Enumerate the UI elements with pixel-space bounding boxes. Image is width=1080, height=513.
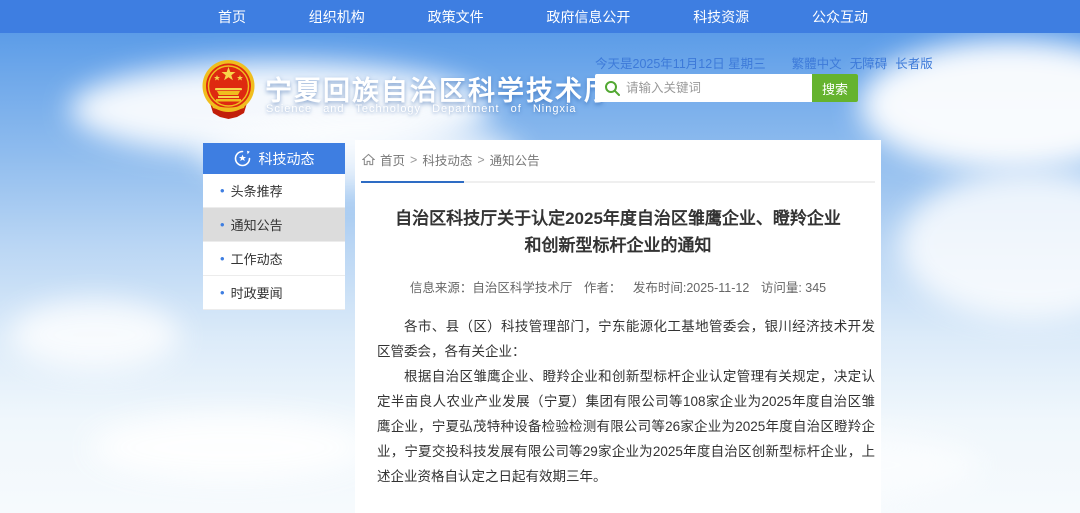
- sidebar-menu: • 头条推荐 • 通知公告 • 工作动态 • 时政要闻: [203, 174, 345, 310]
- cloud: [10, 300, 180, 370]
- nav-item-resources[interactable]: 科技资源: [693, 7, 749, 27]
- sidebar-item-label: 通知公告: [231, 215, 283, 234]
- home-icon: [362, 153, 375, 166]
- breadcrumb-category[interactable]: 科技动态: [422, 150, 472, 169]
- article-publish-date: 发布时间:2025-11-12: [633, 281, 750, 295]
- sidebar-item-current-affairs[interactable]: • 时政要闻: [203, 276, 345, 310]
- bullet-icon: •: [220, 285, 225, 300]
- article-paragraph: 根据自治区雏鹰企业、瞪羚企业和创新型标杆企业认定管理有关规定，决定认定半亩良人农…: [377, 364, 875, 489]
- header-utility-row: 今天是2025年11月12日 星期三 繁體中文 无障碍 长者版: [595, 53, 875, 72]
- bullet-icon: •: [220, 183, 225, 198]
- cloud: [860, 40, 1080, 170]
- sidebar-item-label: 时政要闻: [231, 283, 283, 302]
- article-title: 自治区科技厅关于认定2025年度自治区雏鹰企业、瞪羚企业 和创新型标杆企业的通知: [369, 205, 867, 259]
- article-paragraph: 各市、县（区）科技管理部门，宁东能源化工基地管委会，银川经济技术开发区管委会，各…: [377, 314, 875, 364]
- breadcrumb-divider: [361, 181, 875, 183]
- breadcrumb-separator: >: [410, 153, 417, 167]
- nav-item-interaction[interactable]: 公众互动: [812, 7, 868, 27]
- sidebar-header: 科技动态: [203, 143, 345, 174]
- article-source: 信息来源：自治区科学技术厅: [410, 281, 573, 295]
- nav-menu: 首页 组织机构 政策文件 政府信息公开 科技资源 公众互动: [218, 0, 868, 33]
- link-elderly-version[interactable]: 长者版: [895, 53, 933, 72]
- link-accessibility[interactable]: 无障碍: [850, 53, 888, 72]
- sidebar-item-label: 头条推荐: [231, 181, 283, 200]
- article-meta: 信息来源：自治区科学技术厅 作者： 发布时间:2025-11-12 访问量: 3…: [355, 277, 881, 296]
- nav-item-home[interactable]: 首页: [218, 7, 246, 27]
- cloud: [90, 415, 370, 480]
- breadcrumb-home[interactable]: 首页: [380, 150, 405, 169]
- search-input[interactable]: [626, 76, 812, 100]
- sidebar-item-notices[interactable]: • 通知公告: [203, 208, 345, 242]
- breadcrumb-divider-accent: [361, 181, 464, 183]
- sidebar-item-headlines[interactable]: • 头条推荐: [203, 174, 345, 208]
- search-button[interactable]: 搜索: [812, 74, 858, 102]
- article-visit-count: 访问量: 345: [761, 281, 826, 295]
- content-panel: 首页 > 科技动态 > 通知公告 自治区科技厅关于认定2025年度自治区雏鹰企业…: [355, 140, 881, 513]
- link-traditional-chinese[interactable]: 繁體中文: [792, 53, 842, 72]
- top-navigation-bar: 首页 组织机构 政策文件 政府信息公开 科技资源 公众互动: [0, 0, 1080, 33]
- sidebar-title: 科技动态: [259, 149, 315, 169]
- circular-star-icon: [234, 150, 251, 167]
- sidebar-item-label: 工作动态: [231, 249, 283, 268]
- national-emblem-logo: [202, 59, 255, 119]
- current-date: 今天是2025年11月12日 星期三: [595, 53, 766, 72]
- sidebar: 科技动态 • 头条推荐 • 通知公告 • 工作动态 • 时政要闻: [203, 143, 345, 310]
- sidebar-item-work-updates[interactable]: • 工作动态: [203, 242, 345, 276]
- site-subtitle-english: Science and Technology Department of Nin…: [266, 103, 577, 115]
- bullet-icon: •: [220, 251, 225, 266]
- search-bar: 搜索: [595, 74, 858, 102]
- page: 首页 组织机构 政策文件 政府信息公开 科技资源 公众互动 宁夏回族自治区科学技…: [0, 0, 1080, 513]
- nav-item-policy[interactable]: 政策文件: [428, 7, 484, 27]
- article-body: 各市、县（区）科技管理部门，宁东能源化工基地管委会，银川经济技术开发区管委会，各…: [377, 314, 875, 489]
- nav-item-organization[interactable]: 组织机构: [309, 7, 365, 27]
- breadcrumb: 首页 > 科技动态 > 通知公告: [355, 140, 881, 177]
- article-author: 作者：: [584, 281, 622, 295]
- bullet-icon: •: [220, 217, 225, 232]
- search-icon: [604, 80, 620, 96]
- breadcrumb-separator: >: [477, 153, 484, 167]
- cloud: [900, 170, 1080, 320]
- breadcrumb-current: 通知公告: [490, 150, 540, 169]
- nav-item-gov-info[interactable]: 政府信息公开: [546, 7, 630, 27]
